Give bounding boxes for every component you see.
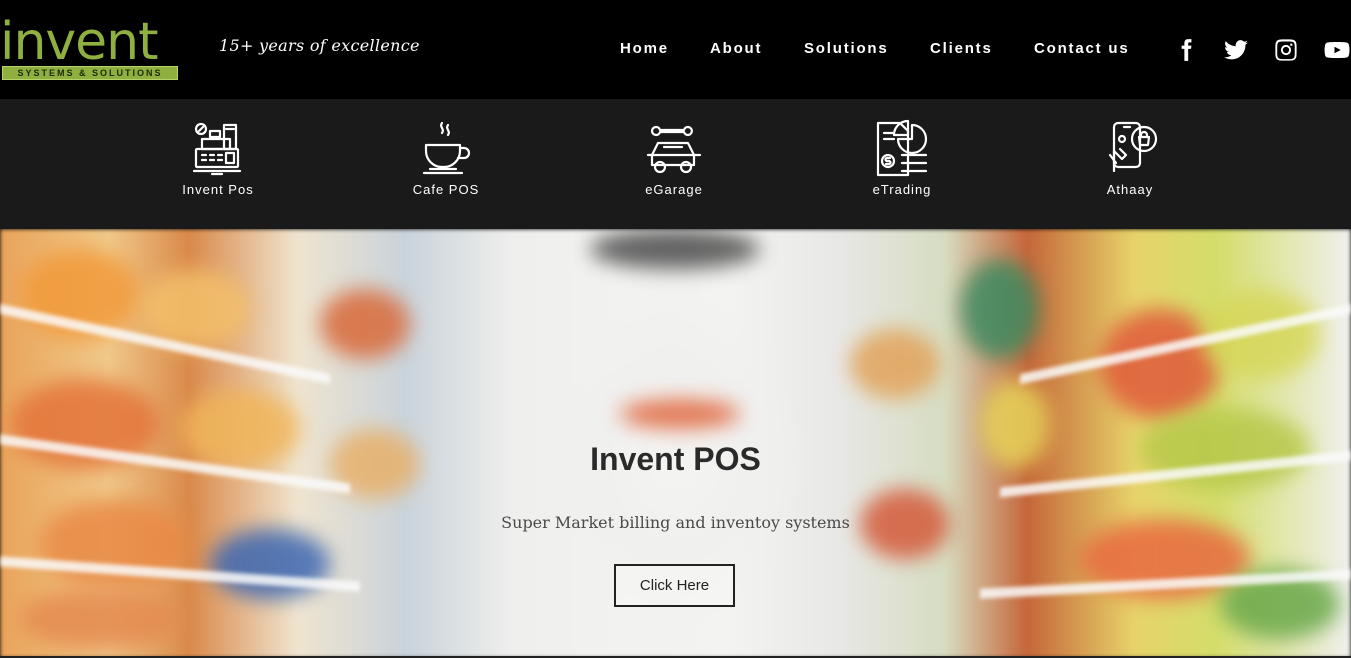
product-label: eGarage xyxy=(645,182,703,197)
product-etrading[interactable]: eTrading xyxy=(832,119,972,209)
coffee-cup-icon xyxy=(416,119,476,179)
hero-subtitle: Super Market billing and inventoy system… xyxy=(501,513,850,532)
nav-clients[interactable]: Clients xyxy=(930,40,993,58)
mobile-shopping-icon xyxy=(1100,119,1160,179)
brand-logo[interactable]: invent SYSTEMS & SOLUTIONS xyxy=(0,12,180,82)
nav-home[interactable]: Home xyxy=(620,40,669,58)
nav-about[interactable]: About xyxy=(710,40,762,58)
product-cafe-pos[interactable]: Cafe POS xyxy=(376,119,516,209)
product-label: Athaay xyxy=(1106,182,1154,197)
hero-banner: Invent POS Super Market billing and inve… xyxy=(0,229,1351,658)
instagram-icon[interactable] xyxy=(1272,36,1300,64)
invoice-chart-icon xyxy=(872,119,932,179)
product-invent-pos[interactable]: Invent Pos xyxy=(148,119,288,209)
logo-subtitle: SYSTEMS & SOLUTIONS xyxy=(17,68,163,78)
facebook-icon[interactable] xyxy=(1172,36,1200,64)
youtube-icon[interactable] xyxy=(1322,36,1351,64)
hero-title: Invent POS xyxy=(590,441,761,477)
hero-content: Invent POS Super Market billing and inve… xyxy=(0,229,1351,658)
product-egarage[interactable]: eGarage xyxy=(604,119,744,209)
product-bar: Invent Pos Cafe POS eGarage eTrading Ath… xyxy=(0,99,1351,229)
logo-wordmark: invent xyxy=(0,12,159,72)
product-label: Invent Pos xyxy=(182,182,254,197)
tagline: 15+ years of excellence xyxy=(219,36,420,55)
site-header: invent SYSTEMS & SOLUTIONS 15+ years of … xyxy=(0,0,1351,99)
product-label: Cafe POS xyxy=(412,182,480,197)
car-wrench-icon xyxy=(644,119,704,179)
twitter-icon[interactable] xyxy=(1222,36,1250,64)
nav-solutions[interactable]: Solutions xyxy=(804,40,889,58)
cash-register-icon xyxy=(188,119,248,179)
product-athaay[interactable]: Athaay xyxy=(1060,119,1200,209)
product-label: eTrading xyxy=(872,182,932,197)
click-here-button[interactable]: Click Here xyxy=(614,564,735,607)
nav-contact-us[interactable]: Contact us xyxy=(1034,40,1130,58)
logo-subtitle-bar: SYSTEMS & SOLUTIONS xyxy=(2,66,178,80)
